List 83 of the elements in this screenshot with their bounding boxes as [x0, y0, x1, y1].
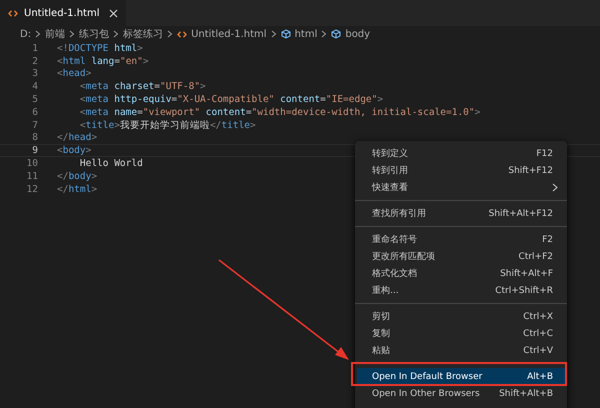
code-file-icon: [8, 10, 18, 16]
code-line: <meta charset="UTF-8">: [78, 81, 206, 92]
code-line: <html lang="en">: [57, 56, 149, 67]
shortcut-label: Alt+B: [527, 372, 553, 382]
menu-item[interactable]: 粘贴 Ctrl+V: [357, 342, 565, 359]
code-line: <meta http-equiv="X-UA-Compatible" content="IE=edge">: [78, 94, 384, 106]
chevron-icon: [69, 30, 76, 38]
menu-item[interactable]: 重构... Ctrl+Shift+R: [357, 282, 565, 299]
menu-item-label: 更改所有匹配项: [372, 250, 435, 263]
menu-item[interactable]: 重命名符号 F2: [357, 231, 565, 248]
code-line: </body>: [57, 170, 98, 182]
code-line: <head>: [57, 68, 92, 80]
menu-item[interactable]: 格式化文档 Shift+Alt+F: [357, 265, 565, 282]
code-line: <meta name="viewport" content="width=device-width, initial-scale=1.0">: [78, 106, 480, 118]
menu-item[interactable]: 剪切 Ctrl+X: [357, 308, 565, 325]
menu-item-label: 转到引用: [372, 164, 408, 177]
breadcrumb-item[interactable]: 练习包: [79, 27, 110, 41]
menu-item-label: 重构...: [372, 284, 399, 297]
line-number: 4: [31, 81, 39, 92]
shortcut-label: Shift+Alt+F12: [488, 208, 553, 218]
menu-item-label: 复制: [372, 328, 390, 340]
tab-label: Untitled-1.html: [24, 8, 100, 18]
menu-item[interactable]: Open In Other Browsers Shift+Alt+B: [357, 385, 565, 402]
line-number: 5: [31, 94, 39, 106]
shortcut-label: Shift+F12: [508, 166, 553, 176]
chevron-icon: [167, 30, 174, 38]
line-number: 10: [26, 158, 39, 170]
menu-item-label: 查找所有引用: [372, 208, 426, 220]
chevron-icon: [113, 30, 120, 38]
menu-item-label: 重命名符号: [372, 234, 417, 246]
menu-item-label: 剪切: [372, 310, 390, 323]
shortcut-label: Ctrl+C: [523, 328, 553, 338]
shortcut-label: Shift+Alt+F: [500, 268, 553, 278]
menu-item[interactable]: 更改所有匹配项 Ctrl+F2: [357, 248, 565, 265]
menu-item[interactable]: 查找所有引用 Shift+Alt+F12: [357, 205, 565, 222]
breadcrumb-item[interactable]: D:: [20, 28, 32, 40]
shortcut-label: Ctrl+V: [523, 346, 553, 356]
menu-item[interactable]: 转到引用 Shift+F12: [357, 162, 565, 179]
menu-item[interactable]: 转到定义 F12: [357, 145, 565, 162]
chevron-icon: [552, 183, 558, 192]
code-line: Hello World: [78, 158, 143, 170]
code-line: <body>: [57, 145, 92, 156]
code-line: <title>我要开始学习前端啦</title>: [78, 118, 256, 132]
cube-icon: [280, 29, 291, 39]
menu-item-label: 转到定义: [372, 148, 408, 160]
line-number: 9: [31, 145, 39, 156]
line-number: 12: [26, 184, 39, 195]
menu-item[interactable]: 复制 Ctrl+C: [357, 325, 565, 342]
menu-item[interactable]: Open In Default Browser Alt+B: [357, 368, 565, 385]
editor-tab[interactable]: Untitled-1.html: [0, 0, 126, 26]
shortcut-label: F2: [542, 234, 553, 244]
line-number: 1: [31, 42, 39, 54]
line-number: 11: [26, 170, 39, 182]
menu-item[interactable]: 快速查看: [357, 179, 565, 196]
menu-item-label: 格式化文档: [372, 268, 417, 280]
chevron-icon: [270, 30, 277, 38]
breadcrumb-item[interactable]: 前端: [45, 27, 66, 41]
line-number: 2: [31, 56, 39, 67]
menu-item-label: 快速查看: [372, 182, 408, 194]
line-number: 3: [31, 68, 39, 80]
close-icon[interactable]: [109, 8, 118, 18]
menu-item-label: Open In Default Browser: [372, 372, 482, 382]
code-file-icon: [177, 30, 188, 38]
code-line: <!DOCTYPE html>: [57, 42, 143, 54]
shortcut-label: Ctrl+F2: [518, 252, 553, 262]
menu-item-label: 粘贴: [372, 344, 390, 357]
line-number: 6: [31, 106, 39, 118]
line-number: 7: [31, 120, 39, 131]
breadcrumb-item[interactable]: body: [345, 28, 370, 40]
shortcut-label: Ctrl+Shift+R: [495, 286, 553, 296]
chevron-icon: [321, 30, 328, 38]
cube-icon: [331, 29, 342, 39]
code-line: </head>: [57, 132, 98, 144]
chevron-icon: [35, 30, 42, 38]
line-number: 8: [31, 132, 39, 144]
shortcut-label: Shift+Alt+B: [499, 388, 553, 398]
breadcrumb-item[interactable]: 标签练习: [123, 27, 164, 41]
menu-item-label: Open In Other Browsers: [372, 388, 480, 398]
shortcut-label: F12: [536, 148, 553, 158]
code-line: </html>: [57, 184, 98, 195]
breadcrumb-item[interactable]: Untitled-1.html: [191, 28, 267, 40]
breadcrumb-item[interactable]: html: [294, 28, 318, 40]
shortcut-label: Ctrl+X: [523, 312, 553, 322]
